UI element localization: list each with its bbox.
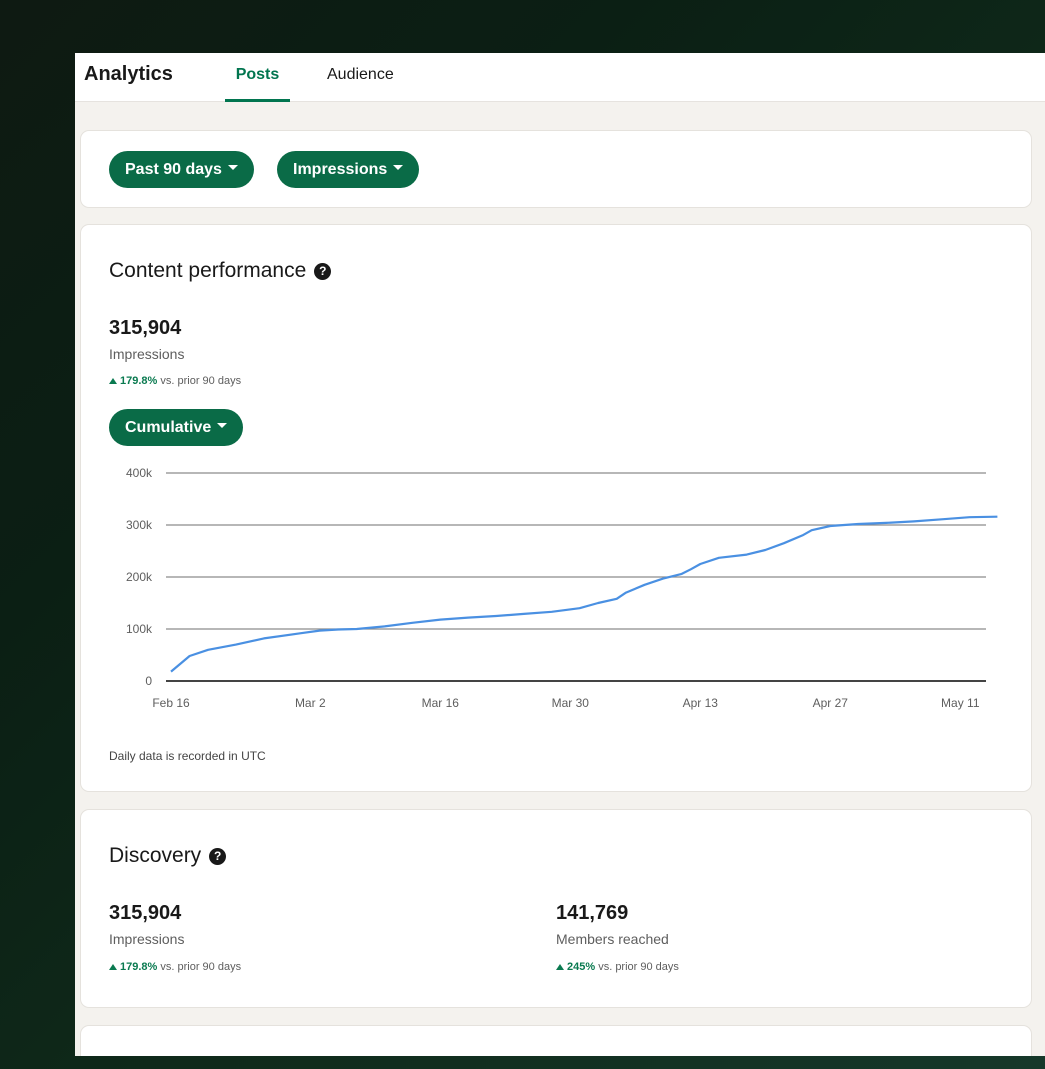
content-performance-title: Content performance	[109, 259, 307, 282]
impressions-label: Impressions	[109, 346, 185, 362]
tab-audience[interactable]: Audience	[327, 66, 394, 84]
x-tick-label: May 11	[941, 696, 980, 710]
discovery-impressions-delta: 179.8% vs. prior 90 days	[109, 961, 241, 973]
up-arrow-icon	[109, 964, 117, 970]
impressions-series-line	[170, 515, 998, 673]
content-performance-heading: Content performance?	[109, 259, 332, 283]
members-reached-value: 141,769	[556, 902, 629, 924]
delta-text: vs. prior 90 days	[598, 961, 679, 973]
y-tick-label: 400k	[126, 466, 153, 480]
impressions-delta: 179.8% vs. prior 90 days	[109, 375, 241, 387]
x-tick-label: Mar 16	[422, 696, 460, 710]
cumulative-label: Cumulative	[125, 419, 212, 436]
next-card	[81, 1026, 1031, 1056]
up-arrow-icon	[556, 964, 564, 970]
delta-text: vs. prior 90 days	[160, 961, 242, 973]
impressions-line-chart: 0 100k 200k 300k 400k Feb 16 Mar 2 Mar 16 Mar 30…	[126, 466, 998, 710]
utc-footnote: Daily data is recorded in UTC	[109, 749, 266, 763]
delta-text: vs. prior 90 days	[160, 375, 242, 387]
discovery-heading: Discovery?	[109, 844, 227, 868]
question-circle-icon[interactable]: ?	[314, 263, 332, 280]
members-reached-delta: 245% vs. prior 90 days	[556, 961, 679, 973]
up-arrow-icon	[109, 378, 117, 384]
delta-percent: 245%	[567, 961, 596, 973]
caret-down-icon	[227, 165, 238, 171]
tab-posts[interactable]: Posts	[225, 66, 290, 102]
content-performance-card: Content performance? 315,904 Impressions…	[81, 225, 1031, 791]
analytics-header: Analytics Posts Audience	[75, 53, 1045, 102]
discovery-card: Discovery? 315,904 Impressions 179.8% vs…	[81, 810, 1031, 1007]
caret-down-icon	[217, 423, 228, 429]
x-tick-label: Mar 2	[295, 696, 326, 710]
discovery-impressions-value: 315,904	[109, 902, 182, 924]
x-tick-label: Feb 16	[152, 696, 190, 710]
x-tick-label: Mar 30	[552, 696, 590, 710]
x-tick-label: Apr 27	[813, 696, 849, 710]
y-tick-label: 300k	[126, 518, 153, 532]
metric-label: Impressions	[293, 161, 388, 178]
y-tick-label: 100k	[126, 622, 153, 636]
caret-down-icon	[393, 165, 404, 171]
date-range-dropdown[interactable]: Past 90 days	[109, 151, 254, 188]
delta-percent: 179.8%	[120, 375, 158, 387]
members-reached-label: Members reached	[556, 931, 669, 947]
metric-dropdown[interactable]: Impressions	[277, 151, 420, 188]
analytics-window: Analytics Posts Audience Past 90 days Im…	[75, 53, 1045, 1056]
delta-percent: 179.8%	[120, 961, 158, 973]
discovery-title: Discovery	[109, 844, 202, 867]
y-tick-label: 200k	[126, 570, 153, 584]
cumulative-dropdown[interactable]: Cumulative	[109, 409, 244, 446]
filter-card: Past 90 days Impressions	[81, 131, 1031, 207]
impressions-value: 315,904	[109, 317, 182, 339]
page-title: Analytics	[84, 63, 173, 85]
x-tick-label: Apr 13	[683, 696, 719, 710]
date-range-label: Past 90 days	[125, 161, 222, 178]
question-circle-icon[interactable]: ?	[209, 848, 227, 865]
discovery-impressions-label: Impressions	[109, 931, 185, 947]
y-tick-label: 0	[145, 674, 152, 688]
